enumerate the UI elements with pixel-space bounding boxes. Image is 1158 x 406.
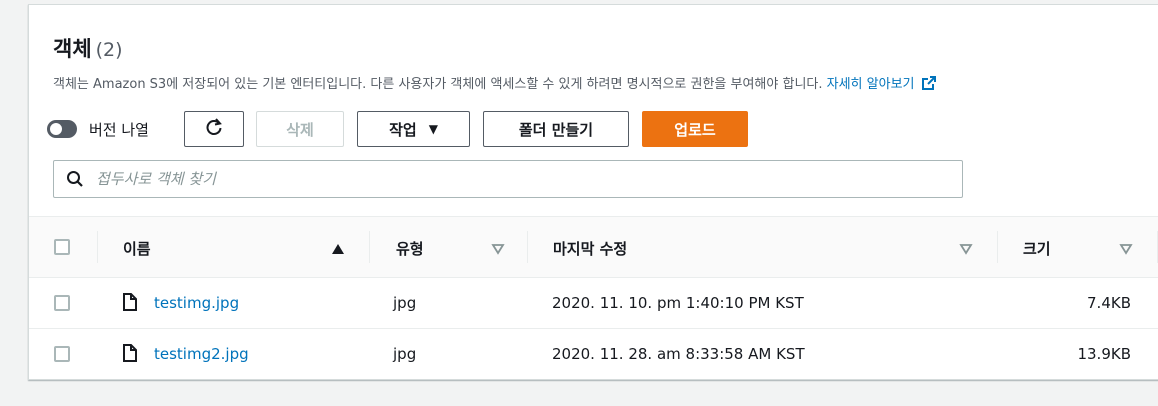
column-type[interactable]: 유형 <box>396 217 424 279</box>
toggle-knob <box>50 123 62 135</box>
column-divider <box>369 231 370 263</box>
column-last-modified[interactable]: 마지막 수정 <box>553 217 627 279</box>
column-divider <box>997 231 998 263</box>
external-link-icon <box>921 75 937 95</box>
refresh-button[interactable] <box>184 111 244 147</box>
object-name[interactable]: testimg.jpg <box>154 278 239 328</box>
row-checkbox[interactable] <box>54 295 70 311</box>
object-size: 13.9KB <box>1077 345 1131 363</box>
actions-button[interactable]: 작업 ▼ <box>357 111 470 147</box>
sort-ascending-icon[interactable] <box>331 241 345 260</box>
table-header: 이름 유형 마지막 수정 크기 <box>29 216 1158 278</box>
create-folder-button[interactable]: 폴더 만들기 <box>483 111 629 147</box>
toolbar: 버전 나열 삭제 작업 ▼ 폴더 만들기 업로드 <box>47 111 1147 147</box>
row-checkbox[interactable] <box>54 346 70 362</box>
object-type: jpg <box>393 345 417 363</box>
column-divider <box>97 231 98 263</box>
object-last-modified: 2020. 11. 28. am 8:33:58 AM KST <box>552 345 805 363</box>
column-name[interactable]: 이름 <box>123 217 151 279</box>
learn-more-label: 자세히 알아보기 <box>826 77 915 92</box>
sort-icon[interactable] <box>959 241 973 260</box>
refresh-icon <box>204 117 224 141</box>
toggle-switch[interactable] <box>47 120 77 138</box>
title-text: 객체 <box>53 37 92 61</box>
object-type: jpg <box>393 294 417 312</box>
objects-table: 이름 유형 마지막 수정 크기 testimg.jpg jpg 2020. 11… <box>29 216 1158 380</box>
objects-panel: 객체 (2) 객체는 Amazon S3에 저장되어 있는 기본 엔터티입니다. … <box>28 4 1158 380</box>
versions-toggle[interactable]: 버전 나열 <box>47 111 149 147</box>
object-name[interactable]: testimg2.jpg <box>154 329 249 379</box>
sort-icon[interactable] <box>1119 241 1133 260</box>
versions-toggle-label: 버전 나열 <box>89 120 149 139</box>
column-divider <box>527 231 528 263</box>
caret-down-icon: ▼ <box>428 122 438 136</box>
object-link[interactable]: testimg.jpg <box>154 294 239 312</box>
object-last-modified: 2020. 11. 10. pm 1:40:10 PM KST <box>552 294 804 312</box>
search-icon <box>66 170 84 192</box>
search-input[interactable] <box>96 167 946 191</box>
table-row[interactable]: testimg.jpg jpg 2020. 11. 10. pm 1:40:10… <box>29 278 1158 329</box>
select-all-checkbox[interactable] <box>54 239 70 255</box>
delete-button[interactable]: 삭제 <box>256 111 344 147</box>
search-box <box>53 160 963 198</box>
object-count: (2) <box>95 39 123 61</box>
sort-icon[interactable] <box>491 241 505 260</box>
actions-label: 작업 <box>389 120 417 139</box>
table-row[interactable]: testimg2.jpg jpg 2020. 11. 28. am 8:33:5… <box>29 329 1158 380</box>
page-title: 객체 (2) <box>53 33 123 63</box>
description: 객체는 Amazon S3에 저장되어 있는 기본 엔터티입니다. 다른 사용자… <box>53 73 937 95</box>
description-text: 객체는 Amazon S3에 저장되어 있는 기본 엔터티입니다. 다른 사용자… <box>53 77 823 92</box>
object-link[interactable]: testimg2.jpg <box>154 345 249 363</box>
column-size[interactable]: 크기 <box>1023 217 1051 279</box>
file-icon <box>122 293 138 315</box>
object-size: 7.4KB <box>1087 294 1131 312</box>
file-icon <box>122 344 138 366</box>
learn-more-link[interactable]: 자세히 알아보기 <box>826 75 937 95</box>
upload-button[interactable]: 업로드 <box>642 111 748 147</box>
